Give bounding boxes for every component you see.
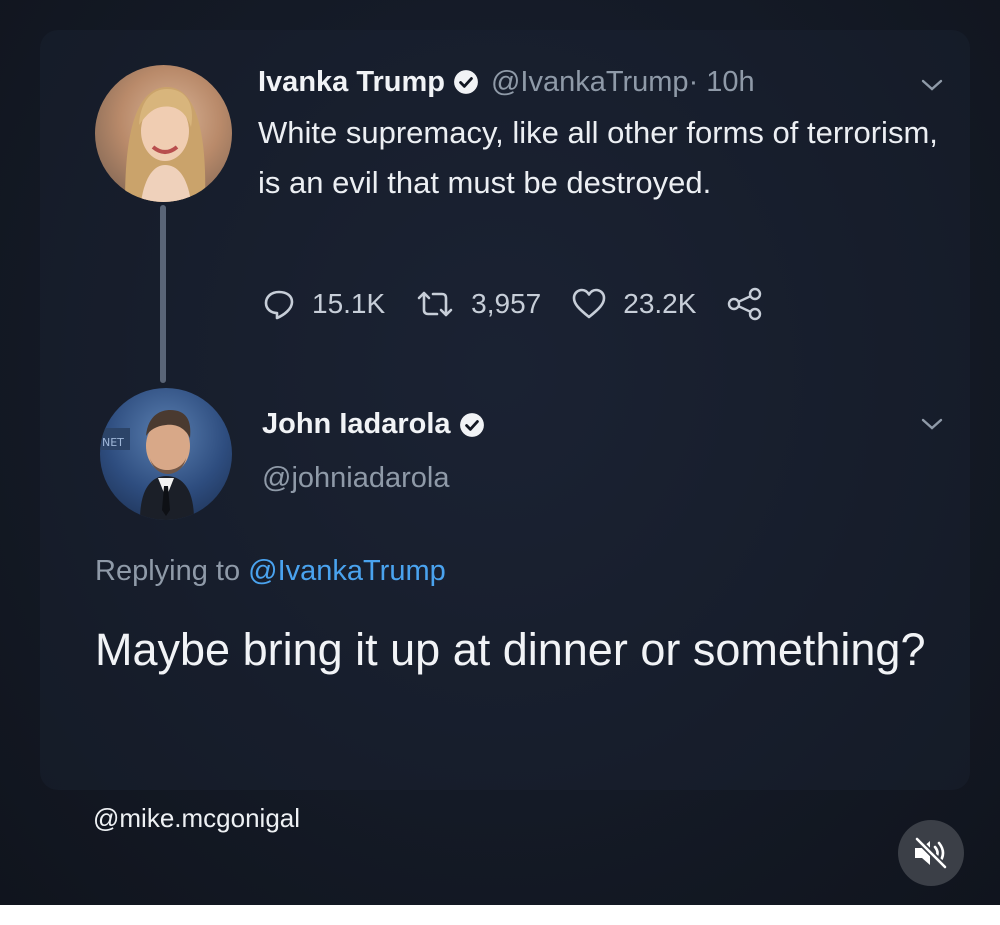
reply-button[interactable]: 15.1K bbox=[262, 287, 385, 321]
tweet1-author-handle[interactable]: @IvankaTrump bbox=[491, 66, 689, 99]
retweet-icon bbox=[417, 291, 453, 317]
reply-count: 15.1K bbox=[312, 288, 386, 319]
tweet2-author-handle[interactable]: @johniadarola bbox=[262, 462, 449, 495]
tweet1-timestamp[interactable]: · 10h bbox=[689, 66, 755, 99]
avatar-john-iadarola[interactable]: NET bbox=[100, 388, 232, 520]
retweet-button[interactable]: 3,957 bbox=[415, 288, 541, 320]
verified-badge-icon bbox=[459, 412, 484, 437]
like-button[interactable]: 23.2K bbox=[571, 288, 696, 320]
creator-credit-handle[interactable]: @mike.mcgonigal bbox=[93, 803, 300, 834]
speaker-muted-icon bbox=[914, 836, 948, 870]
chevron-down-icon[interactable] bbox=[920, 417, 944, 431]
mute-toggle-button[interactable] bbox=[898, 820, 964, 886]
svg-text:NET: NET bbox=[102, 436, 124, 449]
reply-icon bbox=[264, 290, 294, 320]
replying-to-label: Replying to bbox=[95, 555, 249, 587]
retweet-count: 3,957 bbox=[471, 288, 542, 319]
share-button[interactable] bbox=[726, 287, 764, 321]
chevron-down-icon[interactable] bbox=[920, 78, 944, 92]
tweet1-header: Ivanka Trump @IvankaTrump · 10h bbox=[258, 62, 755, 102]
bottom-edge-strip bbox=[0, 905, 1000, 925]
share-icon bbox=[728, 287, 762, 321]
verified-badge-icon bbox=[454, 70, 478, 94]
screenshot-card: Ivanka Trump @IvankaTrump · 10h White su… bbox=[0, 0, 1000, 925]
avatar-image: NET bbox=[100, 410, 194, 520]
tweet1-text: White supremacy, like all other forms of… bbox=[258, 115, 938, 200]
thread-connector-line bbox=[160, 205, 166, 383]
avatar-ivanka-trump[interactable] bbox=[95, 65, 232, 202]
tweet2-author-name[interactable]: John Iadarola bbox=[262, 408, 451, 441]
tweet2-header: John Iadarola bbox=[262, 408, 485, 441]
replying-to-line: Replying to @IvankaTrump bbox=[95, 555, 446, 588]
replying-to-mention-link[interactable]: @IvankaTrump bbox=[248, 555, 446, 587]
like-count: 23.2K bbox=[623, 288, 697, 319]
avatar-image bbox=[125, 86, 206, 202]
heart-icon bbox=[572, 288, 606, 319]
tweet1-action-bar: 15.1K 3,957 23.2K bbox=[262, 283, 794, 325]
tweet2-text: Maybe bring it up at dinner or something… bbox=[95, 624, 926, 675]
tweet1-author-name[interactable]: Ivanka Trump bbox=[258, 66, 445, 99]
